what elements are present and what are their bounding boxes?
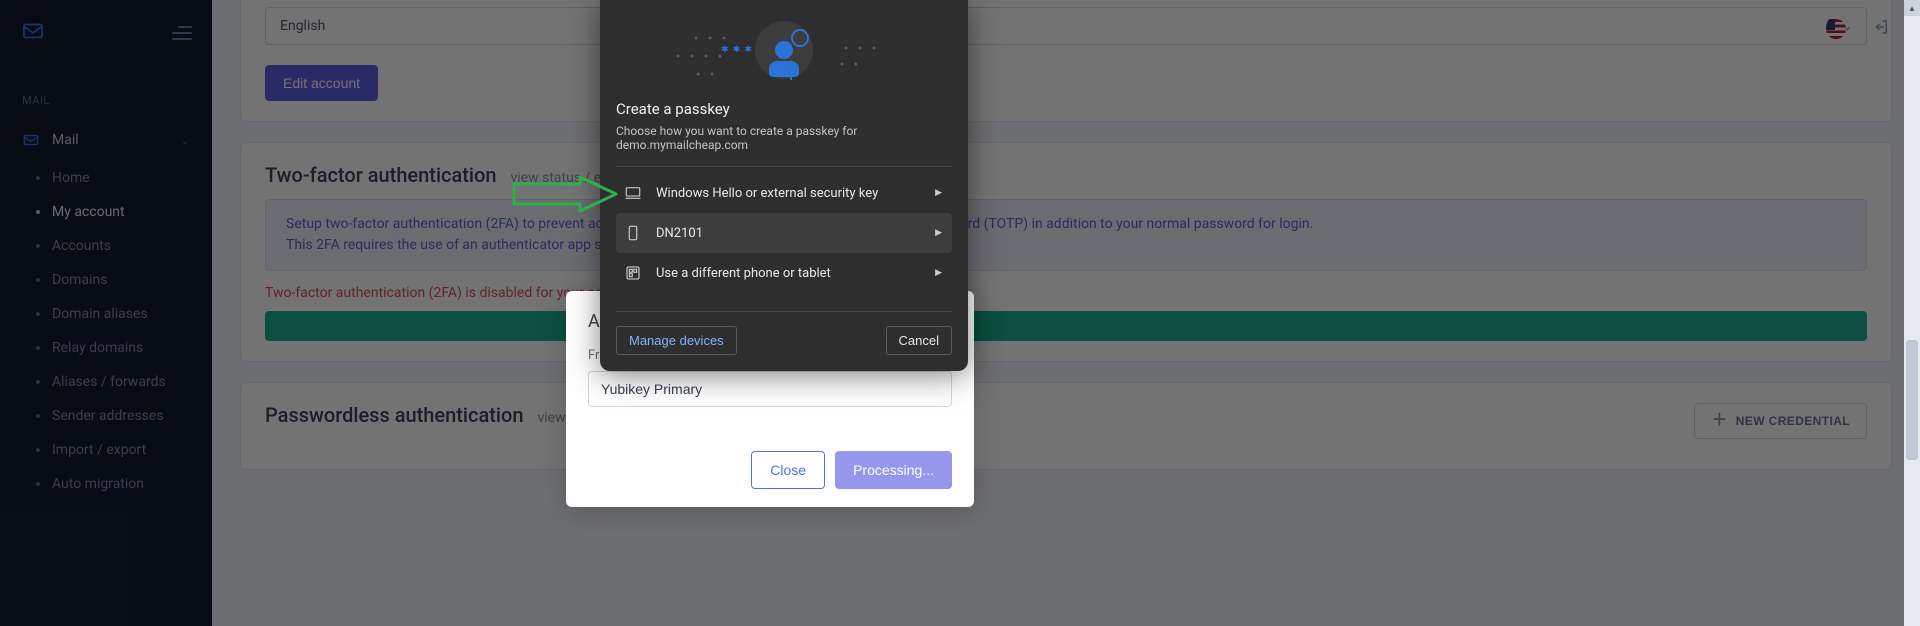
scrollbar-thumb[interactable] [1906,340,1918,460]
close-button[interactable]: Close [751,451,825,489]
friendly-name-input[interactable] [588,371,952,407]
passkey-option-label: Use a different phone or tablet [656,266,831,281]
cancel-button[interactable]: Cancel [886,326,952,355]
passkey-option-windows-hello[interactable]: Windows Hello or external security key ▶ [616,173,952,213]
passkey-illustration: ● ● ●● ● ● ●● ● ● ● ●● ● ✱ ✱ ✱ [616,0,952,100]
passkey-option-different-device[interactable]: Use a different phone or tablet ▶ [616,253,952,293]
chevron-right-icon: ▶ [935,228,942,238]
passkey-option-dn2101[interactable]: DN2101 ▶ [616,213,952,253]
passkey-title: Create a passkey [616,100,952,118]
scrollbar-up-button[interactable]: ▲ [1904,0,1920,16]
add-modal-actions: Close Processing... [588,451,952,489]
app-root: MAIL Mail ⌄ Home My account Accounts Dom… [0,0,1920,626]
chevron-right-icon: ▶ [935,268,942,278]
scrollbar-track[interactable] [1904,0,1920,626]
passkey-subtitle: Choose how you want to create a passkey … [616,124,952,167]
manage-devices-button[interactable]: Manage devices [616,326,737,355]
passkey-actions: Manage devices Cancel [616,311,952,355]
passkey-option-label: DN2101 [656,226,703,241]
chevron-right-icon: ▶ [935,188,942,198]
passkey-dialog: ● ● ●● ● ● ●● ● ● ● ●● ● ✱ ✱ ✱ Create a … [600,0,968,371]
processing-button[interactable]: Processing... [835,451,952,489]
passkey-option-label: Windows Hello or external security key [656,186,878,201]
